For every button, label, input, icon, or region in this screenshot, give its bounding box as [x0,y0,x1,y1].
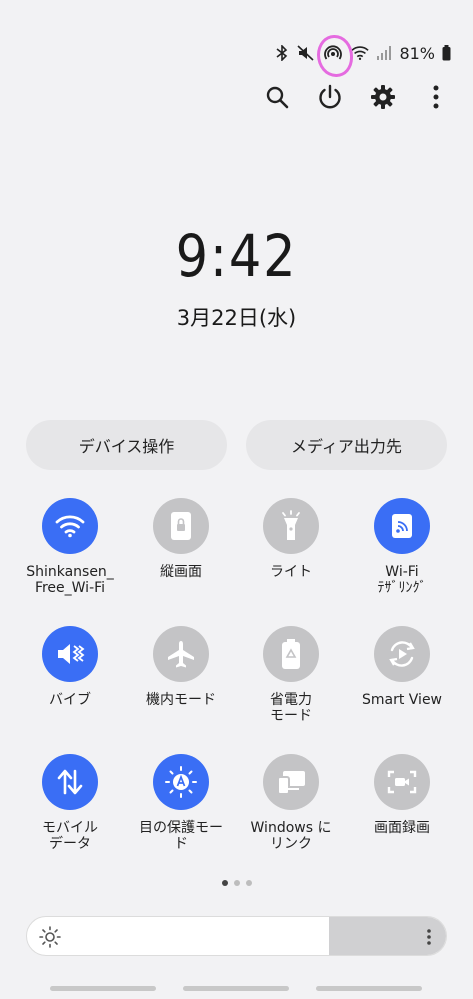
media-output-button[interactable]: メディア出力先 [246,420,447,470]
screen-record-icon [374,754,430,810]
more-vertical-icon[interactable] [423,82,449,112]
page-dot[interactable] [245,880,252,886]
tile-label: Shinkansen_ Free_Wi-Fi [26,564,114,596]
tile-label: 画面録画 [374,820,430,836]
tile-label: バイブ [49,692,91,708]
tile-label: モバイル データ [42,820,98,852]
page-indicator [0,880,473,886]
battery-percent: 81% [399,43,435,63]
page-dot[interactable] [233,880,240,886]
tile-wifi[interactable]: Shinkansen_ Free_Wi-Fi [15,498,125,596]
tile-eye-comfort[interactable]: 目の保護モー ド [126,754,236,852]
bluetooth-icon [273,44,291,62]
mute-icon [297,44,315,62]
mobile-data-icon [42,754,98,810]
more-vertical-icon[interactable] [426,927,434,947]
tile-portrait[interactable]: 縦画面 [126,498,236,580]
tile-smart-view[interactable]: Smart View [347,626,457,708]
quick-panel-actions [264,82,449,112]
flashlight-icon [263,498,319,554]
tile-label: 省電力 モード [270,692,312,724]
nav-gesture-hint [183,986,289,991]
hotspot-icon [374,498,430,554]
airplane-icon [153,626,209,682]
vibrate-icon [42,626,98,682]
battery-icon [441,44,451,62]
clock-date: 3月22日(水) [176,306,297,330]
search-icon[interactable] [264,82,290,112]
portrait-lock-icon [153,498,209,554]
page-dot[interactable] [221,880,228,886]
tile-link-to-windows[interactable]: Windows に リンク [236,754,346,852]
hotspot-icon [317,35,354,77]
power-saving-icon [263,626,319,682]
tile-label: ライト [270,564,312,580]
signal-icon [375,44,393,62]
tile-label: Smart View [361,692,443,708]
tile-power-saving[interactable]: 省電力 モード [236,626,346,724]
tile-screen-record[interactable]: 画面録画 [347,754,457,836]
tile-label: Wi-Fi ﾃｻﾞﾘﾝｸﾞ [377,564,427,596]
power-icon[interactable] [317,82,343,112]
tile-label: Windows に リンク [250,820,332,852]
wifi-icon [42,498,98,554]
wifi-icon [351,44,370,62]
clock-time: 9:42 [175,222,298,290]
tile-mobile-data[interactable]: モバイル データ [15,754,125,852]
brightness-slider[interactable] [26,916,447,956]
tile-label: 目の保護モー ド [139,820,223,852]
tile-wifi-tethering[interactable]: Wi-Fi ﾃｻﾞﾘﾝｸﾞ [347,498,457,596]
gear-icon[interactable] [370,82,396,112]
device-control-button[interactable]: デバイス操作 [26,420,227,470]
nav-gesture-hint [50,986,156,991]
eye-comfort-icon [153,754,209,810]
tile-label: 機内モード [146,692,216,708]
status-bar: 81% [273,35,451,77]
tile-flashlight[interactable]: ライト [236,498,346,580]
tile-vibrate[interactable]: バイブ [15,626,125,708]
tile-airplane-mode[interactable]: 機内モード [126,626,236,708]
nav-gesture-hint [316,986,422,991]
link-to-windows-icon [263,754,319,810]
sun-icon [39,926,61,948]
smart-view-icon [374,626,430,682]
tile-label: 縦画面 [160,564,202,580]
